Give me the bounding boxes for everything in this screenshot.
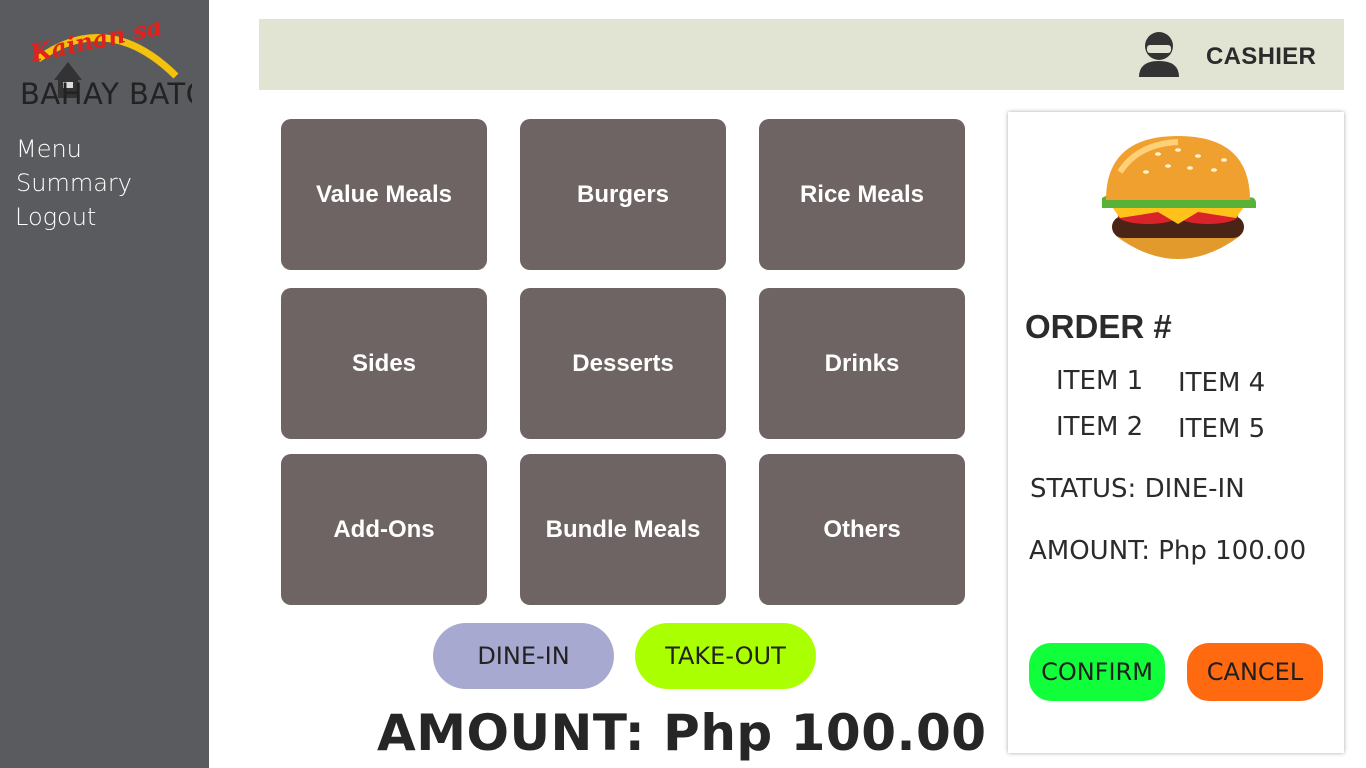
- sidebar-item-summary[interactable]: Summary: [16, 169, 132, 197]
- sidebar-item-menu[interactable]: Menu: [16, 135, 82, 163]
- order-status: STATUS: DINE-IN: [1030, 474, 1245, 504]
- logo: Kainan sa BAHAY BATO: [18, 12, 209, 111]
- category-drinks[interactable]: Drinks: [759, 288, 965, 439]
- category-bundle-meals[interactable]: Bundle Meals: [520, 454, 726, 605]
- confirm-button[interactable]: CONFIRM: [1029, 643, 1165, 701]
- order-item-2: ITEM 2: [1056, 412, 1144, 442]
- user-role-label: CASHIER: [1206, 43, 1317, 70]
- total-amount: AMOUNT: Php 100.00: [377, 704, 987, 762]
- order-title: ORDER #: [1025, 308, 1172, 345]
- sidebar: Kainan sa BAHAY BATO Menu Summary Logout: [0, 0, 209, 768]
- order-item-5: ITEM 5: [1178, 414, 1266, 444]
- dine-in-button[interactable]: DINE-IN: [433, 623, 614, 689]
- take-out-button[interactable]: TAKE-OUT: [635, 623, 816, 689]
- cancel-button[interactable]: CANCEL: [1187, 643, 1323, 701]
- category-burgers[interactable]: Burgers: [520, 119, 726, 270]
- order-item-4: ITEM 4: [1178, 368, 1266, 398]
- category-add-ons[interactable]: Add-Ons: [281, 454, 487, 605]
- category-rice-meals[interactable]: Rice Meals: [759, 119, 965, 270]
- sidebar-item-logout[interactable]: Logout: [15, 203, 96, 231]
- logo-script-text: Kainan sa: [27, 14, 164, 68]
- user-icon: [1136, 31, 1182, 79]
- top-header: CASHIER: [259, 19, 1344, 90]
- burger-icon: [1098, 132, 1258, 272]
- category-sides[interactable]: Sides: [281, 288, 487, 439]
- logo-bottom-text: BAHAY BATO: [20, 77, 192, 110]
- order-panel: ORDER # ITEM 1 ITEM 2 ITEM 4 ITEM 5 STAT…: [1008, 112, 1344, 753]
- order-item-1: ITEM 1: [1056, 366, 1144, 396]
- category-others[interactable]: Others: [759, 454, 965, 605]
- category-desserts[interactable]: Desserts: [520, 288, 726, 439]
- order-amount: AMOUNT: Php 100.00: [1029, 536, 1307, 566]
- category-value-meals[interactable]: Value Meals: [281, 119, 487, 270]
